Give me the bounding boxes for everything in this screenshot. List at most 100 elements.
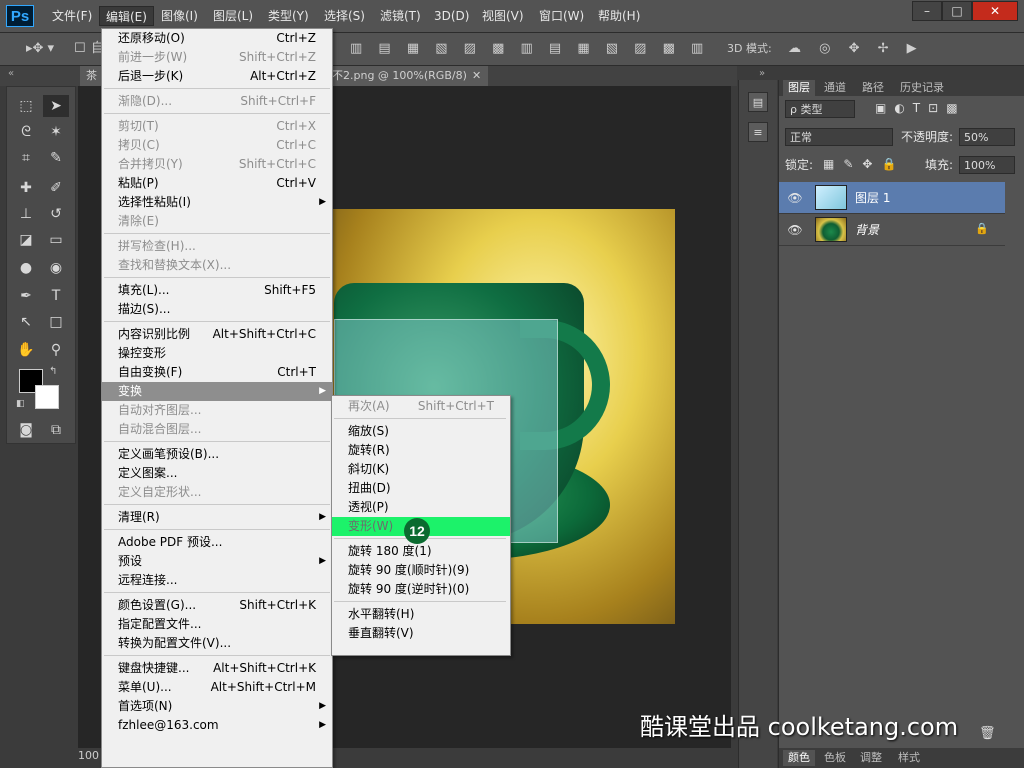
menu-item[interactable]: 定义画笔预设(B)... <box>102 445 332 464</box>
layer-filter-icons[interactable]: ▣◐T⊡▩ <box>875 101 966 115</box>
brush-tool-icon[interactable]: ✐ <box>43 177 69 199</box>
close-button[interactable]: ✕ <box>972 1 1018 21</box>
menu-item[interactable]: 选择性粘贴(I) ▶ <box>102 193 332 212</box>
menu-item[interactable]: 定义自定形状... <box>102 483 332 502</box>
menu-item[interactable]: 查找和替换文本(X)... <box>102 256 332 275</box>
menu-item[interactable]: 描边(S)... <box>102 300 332 319</box>
shape-tool-icon[interactable]: □ <box>43 311 69 333</box>
document-tab-close-icon[interactable]: ✕ <box>472 66 481 86</box>
move-tool-preset-icon[interactable]: ▸✥ ▾ <box>26 40 54 58</box>
menu-item[interactable]: 变换 ▶ <box>102 382 332 401</box>
menu-item[interactable]: 旋转 90 度(逆时针)(0) <box>332 580 510 599</box>
hand-tool-icon[interactable]: ✋ <box>13 339 39 361</box>
menu-item[interactable]: 旋转 180 度(1) <box>332 542 510 561</box>
stamp-tool-icon[interactable]: ⊥ <box>13 203 39 225</box>
tab-layers[interactable]: 图层 <box>783 80 815 96</box>
menu-item[interactable]: 缩放(S) <box>332 422 510 441</box>
menu-item[interactable]: 旋转(R) <box>332 441 510 460</box>
menu-item[interactable]: 指定配置文件... <box>102 615 332 634</box>
maximize-button[interactable]: □ <box>942 1 972 21</box>
menu-image[interactable]: 图像(I) <box>155 6 204 26</box>
menu-item[interactable]: 首选项(N) ▶ <box>102 697 332 716</box>
background-color-swatch[interactable] <box>35 385 59 409</box>
menu-item[interactable]: 拼写检查(H)... <box>102 237 332 256</box>
auto-select-checkbox[interactable]: ☐ <box>74 40 86 58</box>
layer-name[interactable]: 图层 1 <box>855 189 890 207</box>
menu-item[interactable]: 菜单(U)... Alt+Shift+Ctrl+M <box>102 678 332 697</box>
menu-item[interactable]: 定义图案... <box>102 464 332 483</box>
eye-icon[interactable]: 👁 <box>787 190 803 206</box>
delete-layer-icon[interactable]: 🗑 <box>979 726 996 741</box>
eyedropper-tool-icon[interactable]: ✎ <box>43 147 69 169</box>
menu-item[interactable]: 填充(L)... Shift+F5 <box>102 281 332 300</box>
menu-window[interactable]: 窗口(W) <box>533 6 590 26</box>
menu-item[interactable]: 颜色设置(G)... Shift+Ctrl+K <box>102 596 332 615</box>
menu-item[interactable]: 扭曲(D) <box>332 479 510 498</box>
tab-history[interactable]: 历史记录 <box>895 80 949 96</box>
properties-panel-icon[interactable]: ≡ <box>748 122 768 142</box>
pen-tool-icon[interactable]: ✒ <box>13 285 39 307</box>
menu-file[interactable]: 文件(F) <box>46 6 98 26</box>
tab-adjustments[interactable]: 调整 <box>855 750 887 766</box>
menu-layer[interactable]: 图层(L) <box>207 6 259 26</box>
tab-color[interactable]: 颜色 <box>783 750 815 766</box>
menu-item[interactable]: fzhlee@163.com ▶ <box>102 716 332 735</box>
menu-item[interactable]: 透视(P) <box>332 498 510 517</box>
menu-edit[interactable]: 编辑(E) <box>99 6 154 26</box>
eraser-tool-icon[interactable]: ◪ <box>13 229 39 251</box>
blur-tool-icon[interactable]: ● <box>13 257 39 279</box>
type-tool-icon[interactable]: T <box>43 285 69 307</box>
menu-item[interactable]: 还原移动(O) Ctrl+Z <box>102 29 332 48</box>
menu-item[interactable]: 渐隐(D)... Shift+Ctrl+F <box>102 92 332 111</box>
tab-channels[interactable]: 通道 <box>819 80 851 96</box>
lock-icons[interactable]: ▦✎✥🔒 <box>823 157 905 171</box>
menu-item[interactable]: 键盘快捷键... Alt+Shift+Ctrl+K <box>102 659 332 678</box>
default-colors-icon[interactable]: ◧ <box>16 399 25 409</box>
blend-mode-select[interactable]: 正常 <box>785 128 893 146</box>
menu-item[interactable]: 自由变换(F) Ctrl+T <box>102 363 332 382</box>
lasso-tool-icon[interactable]: ᘓ <box>13 121 39 143</box>
menu-item[interactable]: 清理(R) ▶ <box>102 508 332 527</box>
expand-panels-icon[interactable]: » <box>759 68 765 79</box>
menu-item[interactable]: 斜切(K) <box>332 460 510 479</box>
menu-item[interactable]: 远程连接... <box>102 571 332 590</box>
menu-3d[interactable]: 3D(D) <box>428 6 475 26</box>
history-panel-icon[interactable]: ▤ <box>748 92 768 112</box>
path-selection-tool-icon[interactable]: ↖ <box>13 311 39 333</box>
align-icons[interactable]: ▥ ▤ ▦ ▧ ▨ ▩ ▥ ▤ ▦ ▧ ▨ ▩ ▥ <box>350 40 709 58</box>
layer-row-layer-1[interactable]: 👁 图层 1 <box>779 182 1005 214</box>
menu-item[interactable]: Adobe PDF 预设... <box>102 533 332 552</box>
history-brush-tool-icon[interactable]: ↺ <box>43 203 69 225</box>
menu-item[interactable]: 后退一步(K) Alt+Ctrl+Z <box>102 67 332 86</box>
minimize-button[interactable]: – <box>912 1 942 21</box>
tab-swatches[interactable]: 色板 <box>819 750 851 766</box>
marquee-tool-icon[interactable]: ⬚ <box>13 95 39 117</box>
menu-item[interactable]: 操控变形 <box>102 344 332 363</box>
menu-item[interactable]: 清除(E) <box>102 212 332 231</box>
zoom-tool-icon[interactable]: ⚲ <box>43 339 69 361</box>
collapse-arrows-icon[interactable]: « <box>8 68 14 79</box>
menu-item[interactable]: 剪切(T) Ctrl+X <box>102 117 332 136</box>
dodge-tool-icon[interactable]: ◉ <box>43 257 69 279</box>
menu-item[interactable]: 预设 ▶ <box>102 552 332 571</box>
healing-brush-tool-icon[interactable]: ✚ <box>13 177 39 199</box>
crop-tool-icon[interactable]: ⌗ <box>13 147 39 169</box>
menu-select[interactable]: 选择(S) <box>318 6 371 26</box>
layer-filter-kind-select[interactable]: ρ 类型 <box>785 100 855 118</box>
swap-colors-icon[interactable]: ↰ <box>49 366 57 377</box>
zoom-level[interactable]: 100 <box>78 748 100 764</box>
menu-filter[interactable]: 滤镜(T) <box>374 6 427 26</box>
menu-help[interactable]: 帮助(H) <box>592 6 646 26</box>
move-tool-icon[interactable]: ➤ <box>43 95 69 117</box>
quick-mask-icon[interactable]: ◙ <box>13 419 39 441</box>
menu-item[interactable]: 转换为配置文件(V)... <box>102 634 332 653</box>
gradient-tool-icon[interactable]: ▭ <box>43 229 69 251</box>
menu-item[interactable]: 粘贴(P) Ctrl+V <box>102 174 332 193</box>
menu-item[interactable]: 垂直翻转(V) <box>332 624 510 643</box>
menu-item[interactable]: 合并拷贝(Y) Shift+Ctrl+C <box>102 155 332 174</box>
menu-view[interactable]: 视图(V) <box>476 6 530 26</box>
3d-mode-icons[interactable]: ☁ ◎ ✥ ✢ ▶ <box>788 40 924 58</box>
screen-mode-icon[interactable]: ⧉ <box>43 419 69 441</box>
menu-item[interactable]: 自动对齐图层... <box>102 401 332 420</box>
tab-paths[interactable]: 路径 <box>857 80 889 96</box>
